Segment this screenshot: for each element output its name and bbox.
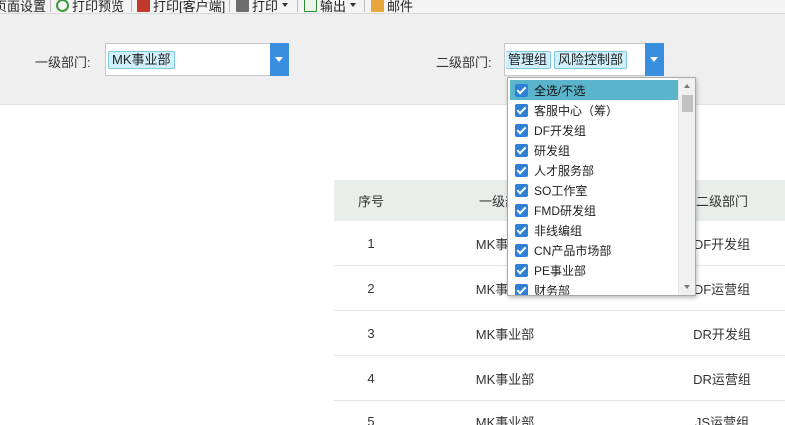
toolbar-separator: [50, 0, 51, 12]
dept-option[interactable]: SO工作室: [510, 180, 678, 200]
level2-dropdown-button[interactable]: [645, 43, 664, 76]
dept-option[interactable]: 非线编组: [510, 220, 678, 240]
toolbar-separator: [131, 0, 132, 12]
print-client-label: 打印[客户端]: [153, 0, 226, 14]
checkbox-checked-icon[interactable]: [515, 183, 528, 197]
dept-option[interactable]: PE事业部: [510, 260, 678, 280]
toolbar-separator: [364, 0, 365, 12]
row-level1: MK事业部: [475, 326, 535, 342]
level2-dept-label: 二级部门:: [436, 55, 492, 70]
dropdown-scrollbar[interactable]: [678, 78, 695, 295]
level2-dept-dropdown: 全选/不选 客服中心（筹） DF开发组 研发组 人才服务部 SO工作室 FMD研…: [507, 77, 696, 296]
option-label: 财务部: [534, 283, 571, 296]
export-label: 输出: [320, 0, 347, 14]
dept-option[interactable]: DF开发组: [510, 120, 678, 140]
toolbar-separator: [229, 0, 230, 12]
checkbox-checked-icon[interactable]: [515, 83, 528, 97]
dept-option[interactable]: 人才服务部: [510, 160, 678, 180]
export-file-icon: [304, 0, 317, 12]
row-seq: 5: [367, 414, 375, 425]
selected-tag: 管理组: [506, 51, 552, 69]
level1-dropdown-button[interactable]: [270, 43, 289, 76]
print-preview-label: 打印预览: [72, 0, 125, 14]
export-button[interactable]: 输出: [304, 0, 357, 14]
chevron-down-icon: [350, 3, 357, 7]
envelope-icon: [371, 0, 384, 12]
pdf-print-icon: [137, 0, 150, 12]
caret-down-icon: [650, 57, 658, 62]
option-label: 研发组: [534, 143, 571, 158]
option-label: PE事业部: [534, 263, 587, 278]
row-level2: DR运营组: [693, 371, 751, 387]
checkbox-checked-icon[interactable]: [515, 123, 528, 137]
row-level2: JS运营组: [694, 415, 750, 425]
checkbox-checked-icon[interactable]: [515, 203, 528, 217]
table-row[interactable]: 5 MK事业部 JS运营组: [334, 401, 785, 425]
level2-dept-combo[interactable]: 管理组 风险控制部: [504, 43, 664, 76]
option-label: FMD研发组: [534, 203, 596, 218]
option-label: 全选/不选: [534, 83, 586, 98]
scroll-up-icon[interactable]: [684, 84, 690, 88]
checkbox-checked-icon[interactable]: [515, 103, 528, 117]
dept-option[interactable]: 研发组: [510, 140, 678, 160]
selected-tag: 风险控制部: [554, 51, 628, 69]
row-seq: 3: [367, 325, 375, 341]
magnifier-icon: [56, 0, 69, 12]
dept-option[interactable]: FMD研发组: [510, 200, 678, 220]
option-label: DF开发组: [534, 123, 586, 138]
report-toolbar: 页面设置 打印预览 打印[客户端] 打印 输出 邮件: [0, 0, 785, 14]
checkbox-checked-icon[interactable]: [515, 223, 528, 237]
dept-option[interactable]: 财务部: [510, 280, 678, 296]
level1-dept-combo[interactable]: MK事业部: [105, 43, 289, 76]
scroll-thumb[interactable]: [682, 95, 693, 112]
dept-option[interactable]: 客服中心（筹）: [510, 100, 678, 120]
table-row[interactable]: 4 MK事业部 DR运营组: [334, 356, 785, 401]
mail-label: 邮件: [387, 0, 414, 14]
row-seq: 1: [367, 235, 375, 251]
checkbox-checked-icon[interactable]: [515, 163, 528, 177]
caret-down-icon: [275, 57, 283, 62]
checkbox-checked-icon[interactable]: [515, 263, 528, 277]
printer-icon: [236, 0, 249, 12]
checkbox-checked-icon[interactable]: [515, 283, 528, 295]
mail-button[interactable]: 邮件: [371, 0, 414, 14]
header-seq: 序号: [357, 194, 384, 209]
checkbox-checked-icon[interactable]: [515, 243, 528, 257]
page-setup-button[interactable]: 页面设置: [0, 0, 47, 14]
checkbox-checked-icon[interactable]: [515, 143, 528, 157]
option-label: 人才服务部: [534, 163, 595, 178]
select-all-option[interactable]: 全选/不选: [510, 80, 678, 100]
row-level1: MK事业部: [475, 415, 535, 425]
dept-option-list: 全选/不选 客服中心（筹） DF开发组 研发组 人才服务部 SO工作室 FMD研…: [510, 80, 678, 296]
option-label: 非线编组: [534, 223, 583, 238]
print-label: 打印: [252, 0, 279, 14]
print-preview-button[interactable]: 打印预览: [56, 0, 125, 14]
chevron-down-icon: [282, 3, 289, 7]
print-client-button[interactable]: 打印[客户端]: [137, 0, 226, 14]
toolbar-separator: [297, 0, 298, 12]
print-button[interactable]: 打印: [236, 0, 289, 14]
selected-tag: MK事业部: [108, 51, 175, 69]
option-label: CN产品市场部: [534, 243, 612, 258]
level1-dept-label: 一级部门:: [35, 55, 91, 70]
table-row[interactable]: 3 MK事业部 DR开发组: [334, 311, 785, 356]
row-level1: MK事业部: [475, 371, 535, 387]
row-seq: 4: [367, 370, 375, 386]
option-label: SO工作室: [534, 183, 588, 198]
scroll-down-icon[interactable]: [684, 285, 690, 289]
page-setup-label: 页面设置: [0, 0, 47, 14]
dept-option[interactable]: CN产品市场部: [510, 240, 678, 260]
option-label: 客服中心（筹）: [534, 103, 619, 118]
row-seq: 2: [367, 280, 375, 296]
row-level2: DR开发组: [693, 326, 751, 342]
